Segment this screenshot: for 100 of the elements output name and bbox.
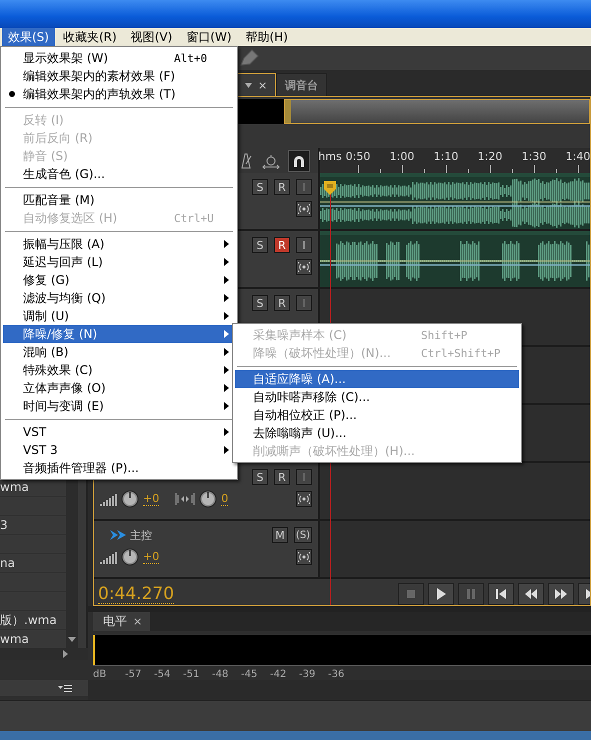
menu-item[interactable]: 显示效果架 (W) Alt+0 [3,49,235,67]
scale-label: dB [93,669,108,680]
menu-bar-item[interactable]: 窗口(W) [180,28,238,46]
rewind-button[interactable] [518,583,544,605]
knob-icon [121,490,139,508]
volume-icon [100,492,117,506]
menu-item[interactable]: 自动咔嗒声移除 (C)... [235,388,519,406]
broadcast-icon [298,262,310,272]
panel-menu-bar[interactable] [0,680,88,696]
submenu-arrow-icon [224,258,229,266]
track-button[interactable]: M [272,527,288,543]
scale-label: -54 [154,669,172,680]
stopwatch-icon [262,152,280,169]
track-button[interactable]: S [252,237,268,253]
menu-item[interactable]: 编辑效果架内的声轨效果 (T) [3,85,235,103]
track-button[interactable]: S [252,179,268,195]
ruler-unit: hms [318,150,342,164]
output-button[interactable] [296,259,312,275]
menu-item[interactable]: 特殊效果 (C) [3,361,235,379]
submenu-arrow-icon [224,330,229,338]
menu-bar-item[interactable]: 视图(V) [124,28,178,46]
shortcut-label: Ctrl+Shift+P [421,346,502,360]
menu-item[interactable]: 延迟与回声 (L) [3,253,235,271]
menu-item[interactable]: 振幅与压限 (A) [3,235,235,253]
caret-icon [245,82,252,88]
menu-bar-item[interactable]: 收藏夹(R) [56,28,123,46]
menu-item[interactable]: 自动相位校正 (P)... [235,406,519,424]
menu-bar-item[interactable]: 帮助(H) [240,28,294,46]
broadcast-icon [298,494,310,504]
volume-value: +0 [143,550,160,564]
time-label: 1:00 [390,150,414,164]
output-button[interactable] [296,549,312,565]
panel-tab[interactable]: 电平 × [93,612,150,632]
stop-icon [404,587,418,601]
menu-item[interactable]: 生成音色 (G)... [3,165,235,183]
menu-bar-item[interactable]: 效果(S) [2,28,55,46]
rewind-icon [524,587,538,601]
pan-icon [175,492,196,506]
submenu-arrow-icon [224,294,229,302]
bullet-icon [9,91,15,97]
menu-item[interactable]: 降噪/修复 (N) [3,325,235,343]
scale-label: -36 [328,669,346,680]
menu-item[interactable]: 音频插件管理器 (P)... [3,459,235,477]
submenu-arrow-icon [224,312,229,320]
output-button[interactable] [296,201,312,217]
menu-item[interactable]: 混响 (B) [3,343,235,361]
menu-item[interactable]: VST [3,423,235,441]
track-button[interactable]: S [252,469,268,485]
knob-icon [199,490,218,508]
menu-item[interactable]: 匹配音量 (M) [3,191,235,209]
file-name: wma [0,632,29,646]
shortcut-label: Ctrl+U [174,212,215,224]
menu-item[interactable]: 立体声声像 (O) [3,379,235,397]
menu-item[interactable]: 滤波与均衡 (Q) [3,289,235,307]
start-button[interactable] [488,583,514,605]
file-name: 3 [0,518,8,532]
magnet-icon [293,154,305,167]
menu-item[interactable]: 时间与变调 (E) [3,397,235,415]
menu-item[interactable]: 修复 (G) [3,271,235,289]
scale-label: -39 [299,669,316,680]
time-label: 1:20 [478,150,502,164]
menu-item[interactable]: VST 3 [3,441,235,459]
scale-label: -51 [183,669,200,680]
track-button[interactable]: I [296,237,312,253]
menu-item[interactable]: 编辑效果架内的素材效果 (F) [3,67,235,85]
editor-tab[interactable]: × [236,73,276,96]
time-label: 1:30 [522,150,546,164]
track-button[interactable]: (S) [294,527,312,543]
submenu-arrow-icon [224,276,229,284]
track-button[interactable]: R [274,295,290,311]
track-button[interactable]: S [252,295,268,311]
play-button[interactable] [428,583,454,605]
snap-button[interactable] [288,150,310,172]
submenu-arrow-icon [224,428,229,436]
play-icon [434,587,448,601]
track-button[interactable]: R [274,469,290,485]
submenu-arrow-icon [224,348,229,356]
time-label: 1:40 [566,150,590,164]
time-label: 1:10 [434,150,458,164]
menu-item[interactable]: 去除嗡嗡声 (U)... [235,424,519,442]
menu-item[interactable]: 调制 (U) [3,307,235,325]
panel-menu-icon [58,684,72,692]
pan-value: 0 [221,492,228,506]
forward-button[interactable] [548,583,574,605]
menu-item[interactable]: 自适应降噪 (A)... [235,370,519,388]
output-button[interactable] [296,491,312,507]
submenu-arrow-icon [224,384,229,392]
broadcast-icon [298,204,310,214]
track-button[interactable]: R [274,179,290,195]
track-button[interactable]: R [274,237,290,253]
close-tab-button[interactable]: × [133,615,142,628]
playhead-icon [324,181,336,195]
master-arrow-icon [110,529,126,541]
scale-label: -48 [212,669,230,680]
scroll-right-icon [63,650,68,658]
shortcut-label: Shift+P [421,328,468,342]
submenu-arrow-icon [224,366,229,374]
editor-tab[interactable]: 调音台 [276,73,328,96]
broadcast-icon [298,552,310,562]
close-tab-button[interactable]: × [258,78,268,92]
